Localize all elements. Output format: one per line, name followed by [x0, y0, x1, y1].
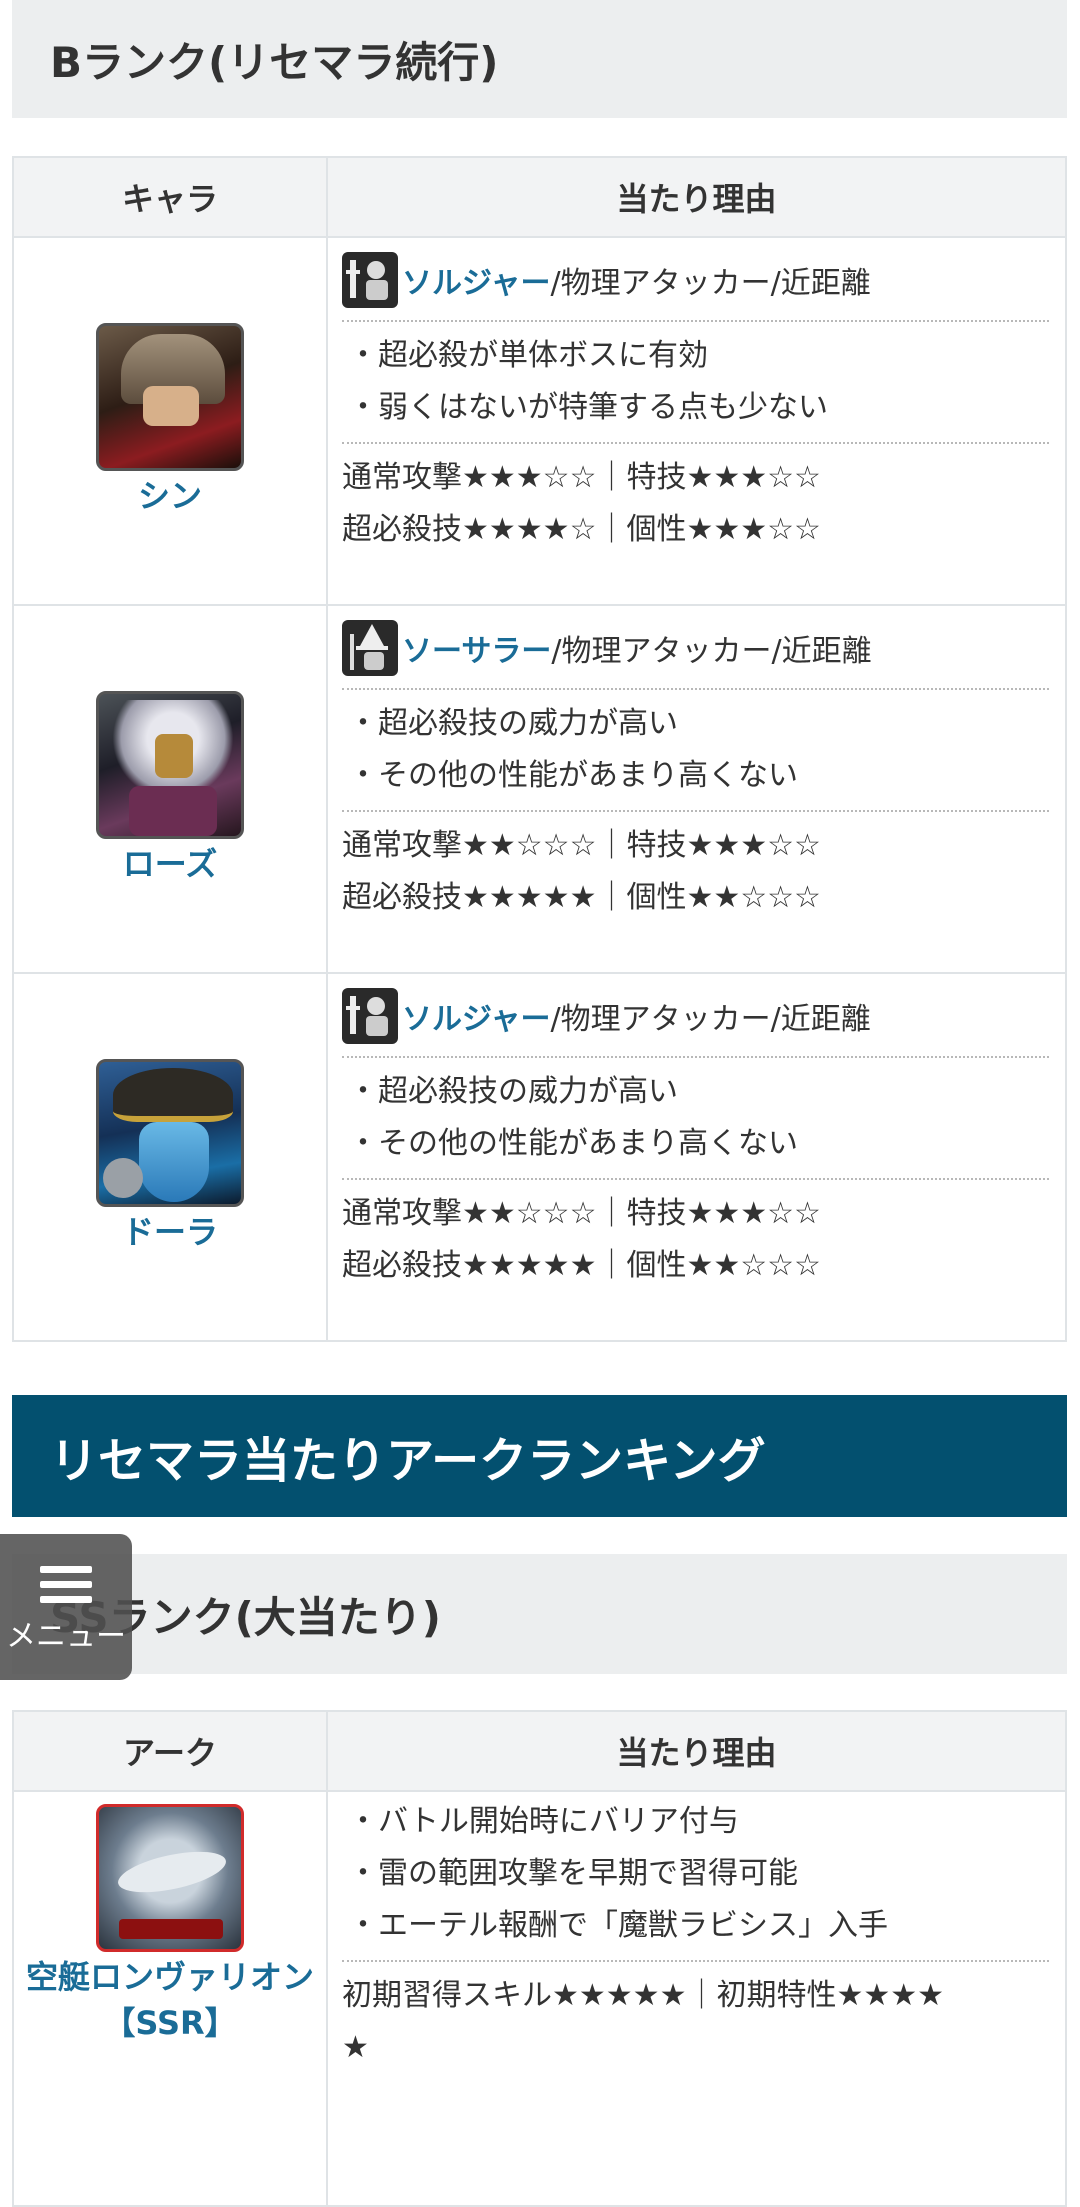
ark-portrait[interactable] — [96, 1804, 244, 1952]
stat-rating-line: 初期習得スキル★★★★★｜初期特性★★★★ — [342, 1978, 945, 2013]
table-row: 空艇ロンヴァリオン 【SSR】 ・バトル開始時にバリア付与 ・雷の範囲攻撃を早期… — [12, 1790, 1067, 2207]
divider — [342, 1960, 1049, 1962]
chara-name-link[interactable]: ドーラ — [15, 1209, 325, 1255]
chara-name-link[interactable]: ローズ — [15, 841, 325, 887]
reason-point: ・エーテル報酬で「魔獣ラビシス」入手 — [348, 1908, 888, 1943]
soldier-icon — [342, 252, 398, 308]
ark-name-link[interactable]: 空艇ロンヴァリオン — [15, 1954, 325, 2000]
role-line: ソーサラー /物理アタッカー/近距離 — [342, 616, 1049, 680]
col-header-reason: 当たり理由 — [326, 156, 1067, 238]
role-class-link[interactable]: ソーサラー — [402, 626, 551, 670]
reason-cell: ソルジャー /物理アタッカー/近距離 ・超必殺が単体ボスに有効 ・弱くはないが特… — [326, 236, 1067, 606]
divider — [342, 442, 1049, 444]
chara-cell: ローズ — [12, 604, 328, 974]
reason-cell: ソーサラー /物理アタッカー/近距離 ・超必殺技の威力が高い ・その他の性能があ… — [326, 604, 1067, 974]
table-row: ドーラ ソルジャー /物理アタッカー/近距離 ・超必殺技の威力が高い ・その他の… — [12, 972, 1067, 1342]
stat-rating-line: 通常攻撃★★☆☆☆｜特技★★★☆☆ — [342, 828, 821, 863]
chara-portrait[interactable] — [96, 1059, 244, 1207]
divider — [342, 1056, 1049, 1058]
stat-rating-line: ★ — [342, 2030, 369, 2065]
b-rank-heading: Bランク(リセマラ続行) — [12, 0, 1067, 118]
chara-cell: シン — [12, 236, 328, 606]
ark-rank-table: アーク 当たり理由 空艇ロンヴァリオン 【SSR】 ・バトル開始時にバリア付与 … — [12, 1710, 1067, 2207]
divider — [342, 688, 1049, 690]
reason-point: ・雷の範囲攻撃を早期で習得可能 — [348, 1856, 798, 1891]
table-row: ローズ ソーサラー /物理アタッカー/近距離 ・超必殺技の威力が高い ・その他の… — [12, 604, 1067, 974]
reason-point: ・バトル開始時にバリア付与 — [348, 1804, 739, 1839]
col-header-ark: アーク — [12, 1710, 328, 1792]
reason-point: ・その他の性能があまり高くない — [348, 758, 798, 793]
reason-cell: ソルジャー /物理アタッカー/近距離 ・超必殺技の威力が高い ・その他の性能があ… — [326, 972, 1067, 1342]
role-detail: /物理アタッカー/近距離 — [550, 266, 871, 301]
table-row: シン ソルジャー /物理アタッカー/近距離 ・超必殺が単体ボスに有効 ・弱くはな… — [12, 236, 1067, 606]
divider — [342, 320, 1049, 322]
reason-point: ・その他の性能があまり高くない — [348, 1126, 798, 1161]
role-line: ソルジャー /物理アタッカー/近距離 — [342, 248, 1049, 312]
stat-rating-line: 超必殺技★★★★★｜個性★★☆☆☆ — [342, 880, 821, 915]
sorcerer-icon — [342, 620, 398, 676]
role-detail: /物理アタッカー/近距離 — [550, 1002, 871, 1037]
col-header-reason: 当たり理由 — [326, 1710, 1067, 1792]
reason-cell: ・バトル開始時にバリア付与 ・雷の範囲攻撃を早期で習得可能 ・エーテル報酬で「魔… — [326, 1790, 1067, 2207]
chara-name-link[interactable]: シン — [15, 473, 325, 519]
ark-cell: 空艇ロンヴァリオン 【SSR】 — [12, 1790, 328, 2207]
reason-point: ・超必殺技の威力が高い — [348, 706, 678, 741]
reason-point: ・超必殺が単体ボスに有効 — [348, 338, 708, 373]
role-line: ソルジャー /物理アタッカー/近距離 — [342, 984, 1049, 1048]
ss-rank-heading: SSランク(大当たり) — [12, 1554, 1067, 1674]
divider — [342, 810, 1049, 812]
chara-portrait[interactable] — [96, 323, 244, 471]
soldier-icon — [342, 988, 398, 1044]
reason-point: ・弱くはないが特筆する点も少ない — [348, 390, 828, 425]
reason-point: ・超必殺技の威力が高い — [348, 1074, 678, 1109]
b-rank-table: キャラ 当たり理由 シン ソルジャー /物理アタッカー/近距離 ・超必殺が単体ボ… — [12, 156, 1067, 1342]
list-icon — [40, 1566, 92, 1603]
stat-rating-line: 通常攻撃★★☆☆☆｜特技★★★☆☆ — [342, 1196, 821, 1231]
ark-rarity: 【SSR】 — [103, 2004, 237, 2042]
stat-rating-line: 通常攻撃★★★☆☆｜特技★★★☆☆ — [342, 460, 821, 495]
chara-cell: ドーラ — [12, 972, 328, 1342]
ark-ranking-heading: リセマラ当たりアークランキング — [12, 1395, 1067, 1517]
stat-rating-line: 超必殺技★★★★★｜個性★★☆☆☆ — [342, 1248, 821, 1283]
stat-rating-line: 超必殺技★★★★☆｜個性★★★☆☆ — [342, 512, 821, 547]
role-class-link[interactable]: ソルジャー — [402, 258, 551, 302]
col-header-chara: キャラ — [12, 156, 328, 238]
menu-label: メニュー — [6, 1619, 126, 1654]
role-detail: /物理アタッカー/近距離 — [551, 634, 872, 669]
chara-portrait[interactable] — [96, 691, 244, 839]
role-class-link[interactable]: ソルジャー — [402, 994, 551, 1038]
menu-button[interactable]: メニュー — [0, 1534, 132, 1680]
divider — [342, 1178, 1049, 1180]
